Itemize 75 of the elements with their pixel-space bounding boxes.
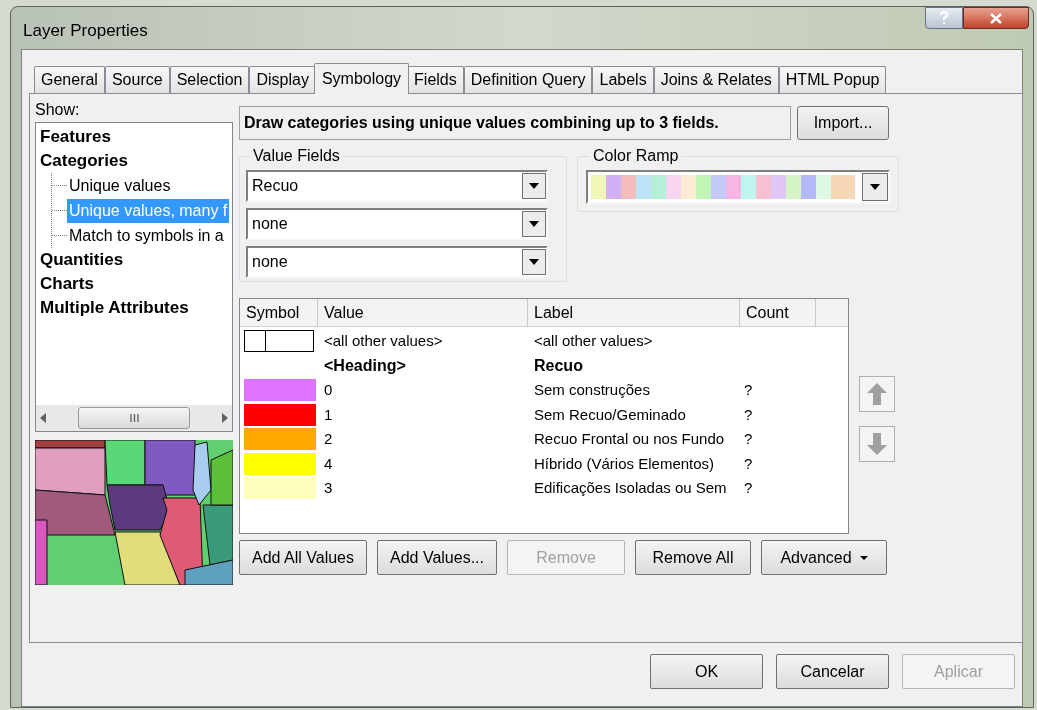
tab[interactable]: HTML Popup [778, 66, 887, 93]
count-cell-text: ? [743, 404, 754, 425]
tab[interactable]: Definition Query [463, 66, 593, 93]
scroll-right-icon[interactable] [222, 413, 228, 423]
caret-icon [529, 259, 539, 265]
tree-list[interactable]: Features Categories Unique values Unique values, many f Match to symbols in a Quantities Charts Multiple Attributes [35, 122, 233, 432]
description-text: Draw categories using unique values combining up to 3 fields. [239, 106, 791, 140]
show-label: Show: [35, 100, 81, 120]
value-cell-text: 4 [323, 453, 334, 474]
arrow-down-icon [867, 433, 887, 455]
actions-button[interactable]: Add Values... [377, 540, 497, 575]
label-cell-text: Recuo [533, 355, 584, 376]
close-button[interactable] [963, 7, 1029, 29]
label-cell-text: Híbrido (Vários Elementos) [533, 453, 716, 474]
value-cell-text: 3 [323, 478, 334, 498]
field-dropdown[interactable]: Recuo [246, 170, 548, 202]
label-cell-text: <all other values> [533, 331, 654, 351]
value-cell-text: <all other values> [323, 331, 444, 351]
column-header[interactable]: Label [528, 299, 740, 326]
tab[interactable]: Symbology [313, 63, 410, 94]
actions-button[interactable]: Remove All [635, 540, 751, 575]
value-cell-text: 1 [323, 404, 334, 425]
symbol-swatch [244, 330, 314, 353]
grip-icon [129, 414, 139, 422]
window-title: Layer Properties [23, 20, 148, 42]
tree-item[interactable]: Unique values [67, 173, 173, 198]
label-cell-text: Sem Recuo/Geminado [533, 404, 687, 425]
color-ramp-dropdown[interactable] [586, 170, 890, 204]
column-header[interactable]: Symbol [240, 299, 318, 326]
move-up-button[interactable] [859, 376, 895, 412]
group-title: Color Ramp [592, 146, 680, 166]
tab[interactable]: Joins & Relates [653, 66, 779, 93]
field-dropdown[interactable]: none [246, 208, 548, 240]
tab[interactable]: Source [104, 66, 170, 93]
tree-item[interactable]: Categories [39, 149, 129, 173]
tree-item[interactable]: Charts [39, 272, 95, 296]
value-cell-text: 2 [323, 429, 334, 449]
actions-button[interactable]: Add All Values [239, 540, 367, 575]
count-cell-text: ? [743, 453, 754, 474]
label-cell-text: Recuo Frontal ou nos Fundo [533, 429, 726, 449]
scroll-left-icon[interactable] [40, 413, 46, 423]
value-cell-text: 0 [323, 380, 334, 400]
tree-item[interactable]: Multiple Attributes [39, 296, 190, 320]
caret-icon [870, 184, 880, 190]
actions-button[interactable]: Advanced [761, 540, 887, 575]
caret-icon [529, 221, 539, 227]
tab[interactable]: Selection [169, 66, 250, 93]
label-cell-text: Sem construções [533, 380, 651, 400]
tree-item[interactable]: Match to symbols in a [67, 223, 226, 248]
field-dropdown[interactable]: none [246, 246, 548, 278]
count-cell-text: ? [743, 380, 754, 400]
close-icon [990, 12, 1002, 24]
value-cell-text: <Heading> [323, 355, 407, 376]
arrow-up-icon [867, 383, 887, 405]
tab[interactable]: Display [249, 66, 316, 93]
caret-icon [529, 183, 539, 189]
tree-item[interactable]: Features [39, 125, 112, 149]
column-header[interactable]: Count [740, 299, 816, 326]
footer-button[interactable]: Cancelar [776, 654, 889, 689]
footer-button[interactable]: OK [650, 654, 763, 689]
help-button[interactable] [925, 7, 963, 29]
label-cell-text: Edificações Isoladas ou Sem [533, 478, 728, 498]
help-icon [939, 11, 949, 25]
tab[interactable]: Fields [407, 66, 464, 93]
import-button[interactable]: Import... [797, 106, 889, 140]
scrollbar-thumb[interactable] [78, 407, 190, 429]
count-cell-text: ? [743, 478, 754, 498]
tree-item[interactable]: Quantities [39, 248, 125, 272]
group-title: Value Fields [252, 146, 341, 166]
tab[interactable]: General [34, 66, 105, 93]
horizontal-scrollbar[interactable] [36, 405, 232, 431]
tab[interactable]: Labels [592, 66, 654, 93]
move-down-button[interactable] [859, 426, 895, 462]
column-header[interactable]: Value [318, 299, 528, 326]
count-cell-text: ? [743, 429, 754, 449]
